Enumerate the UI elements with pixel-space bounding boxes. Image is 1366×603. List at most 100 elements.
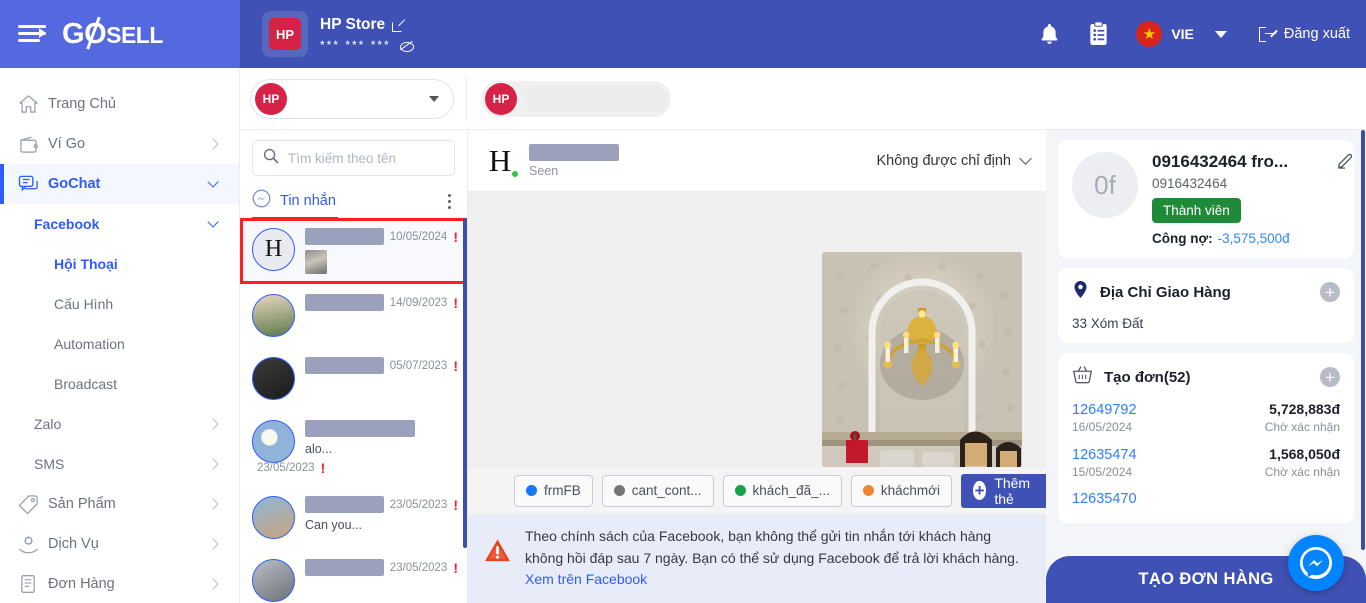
sidebar-item-facebook[interactable]: Facebook: [0, 204, 239, 244]
conversation-title-row: [305, 420, 458, 437]
chat-panel: H Seen Không được chỉ định frmFB cant_co…: [468, 130, 1048, 603]
address-title: Địa Chỉ Giao Hàng: [1100, 283, 1231, 301]
messenger-bubble-icon[interactable]: [1288, 535, 1344, 591]
orders-card-header: Tạo đơn(52) +: [1072, 365, 1340, 389]
tag-chip[interactable]: kháchmới: [850, 474, 952, 507]
message-image-attachment[interactable]: [822, 252, 1022, 467]
add-address-icon[interactable]: +: [1320, 282, 1340, 302]
conversation-date: 14/09/2023: [389, 296, 448, 309]
conversation-list-panel: Tin nhắn H 10/05/2024 !: [240, 130, 468, 603]
sidebar-item-cau-hinh[interactable]: Cấu Hình: [0, 284, 239, 324]
sidebar-label: Sản Phẩm: [48, 496, 116, 512]
tag-label: khách_đã_...: [752, 483, 830, 499]
order-list-item[interactable]: 12649792 5,728,883đ 16/05/2024 Chờ xác n…: [1072, 401, 1340, 434]
debt-row: Công nợ: -3,575,500đ: [1152, 231, 1340, 246]
chevron-down-icon[interactable]: [429, 95, 439, 102]
sidebar-label: Zalo: [34, 416, 62, 432]
avatar: [252, 294, 295, 337]
eye-off-icon[interactable]: [399, 39, 414, 52]
edit-pencil-icon[interactable]: [1337, 152, 1354, 174]
unread-indicator: !: [320, 460, 326, 476]
chevron-down-icon: [207, 176, 219, 188]
menu-toggle-icon[interactable]: [18, 23, 46, 45]
sidebar-item-zalo[interactable]: Zalo: [0, 404, 239, 444]
sidebar-item-automation[interactable]: Automation: [0, 324, 239, 364]
page-selector-dropdown[interactable]: HP: [250, 78, 454, 119]
order-subrow: 15/05/2024 Chờ xác nhận: [1072, 465, 1340, 479]
contact-name-redacted: [305, 357, 384, 374]
sidebar-item-sms[interactable]: SMS: [0, 444, 239, 484]
chat-contact-info: Seen: [529, 143, 866, 178]
chevron-right-icon: [207, 538, 219, 550]
external-link-icon[interactable]: [392, 18, 406, 32]
notification-bell-icon[interactable]: [1038, 22, 1061, 47]
conversation-options-icon[interactable]: [444, 190, 455, 213]
order-id[interactable]: 12635474: [1072, 447, 1137, 463]
header-right: HP HP Store *** *** *** ★ VIE Đăng xuất: [240, 0, 1366, 68]
order-status: Chờ xác nhận: [1264, 420, 1340, 434]
conversation-tabs-row: Tin nhắn: [240, 182, 467, 219]
contact-name-redacted: [305, 496, 384, 513]
chevron-down-icon[interactable]: [1214, 30, 1227, 38]
conversation-body: 23/05/2023 ! Can you...: [305, 496, 458, 532]
header-icons: ★ VIE Đăng xuất: [1038, 21, 1350, 47]
store-block[interactable]: HP HP Store *** *** ***: [262, 11, 414, 57]
sidebar-label: Hội Thoại: [54, 256, 118, 272]
add-tag-button[interactable]: + Thêm thẻ: [960, 473, 1048, 508]
tag-chip[interactable]: frmFB: [514, 474, 593, 507]
add-order-icon[interactable]: +: [1320, 367, 1340, 387]
conversation-item[interactable]: 05/07/2023 !: [240, 347, 467, 410]
facebook-policy-notice: Theo chính sách của Facebook, bạn không …: [468, 513, 1046, 603]
sidebar-item-hoi-thoai[interactable]: Hội Thoại: [0, 244, 239, 284]
conversation-title-row: 23/05/2023 !: [305, 559, 458, 576]
assignee-dropdown[interactable]: Không được chỉ định: [877, 151, 1032, 169]
sidebar-item-don-hang[interactable]: Đơn Hàng: [0, 564, 239, 603]
right-panel-scrollbar[interactable]: [1361, 130, 1365, 550]
order-list-item[interactable]: 12635470: [1072, 491, 1340, 507]
search-wrapper: [240, 130, 467, 182]
add-tag-label: Thêm thẻ: [994, 474, 1031, 507]
language-selector[interactable]: ★ VIE: [1136, 21, 1227, 47]
sidebar-item-san-pham[interactable]: Sản Phẩm: [0, 484, 239, 524]
sidebar-label: Dịch Vụ: [48, 536, 99, 552]
order-id[interactable]: 12649792: [1072, 402, 1137, 418]
account-name-redacted: [525, 85, 667, 112]
customer-name: 0916432464 fro...: [1152, 152, 1289, 171]
conversation-item[interactable]: 23/05/2023 ! Can you...: [240, 486, 467, 549]
sidebar-item-dich-vu[interactable]: Dịch Vụ: [0, 524, 239, 564]
conversation-item[interactable]: 23/05/2023 !: [240, 549, 467, 603]
tab-tin-nhan[interactable]: Tin nhắn: [252, 185, 338, 219]
chat-icon: [18, 174, 48, 194]
conversation-item[interactable]: H 10/05/2024 !: [240, 218, 467, 284]
app-root: GOSELL HP HP Store *** *** *** ★ VIE Đăn…: [0, 0, 1366, 603]
conversation-item[interactable]: alo... 23/05/2023 !: [240, 410, 467, 486]
header-left-brand: GOSELL: [0, 0, 240, 68]
search-box[interactable]: [252, 140, 465, 176]
sidebar-item-broadcast[interactable]: Broadcast: [0, 364, 239, 404]
store-name: HP Store: [320, 16, 386, 34]
tag-chip[interactable]: khách_đã_...: [722, 474, 842, 507]
order-id[interactable]: 12635470: [1072, 491, 1137, 507]
conversation-item[interactable]: 14/09/2023 !: [240, 284, 467, 347]
sidebar-item-trang-chu[interactable]: Trang Chủ: [0, 84, 239, 124]
search-input[interactable]: [288, 150, 465, 166]
gosell-logo: GOSELL: [62, 16, 163, 51]
notice-text-block: Theo chính sách của Facebook, bạn không …: [525, 526, 1032, 591]
account-pill[interactable]: HP: [481, 80, 671, 117]
unread-indicator: !: [453, 559, 458, 576]
clipboard-icon[interactable]: [1087, 21, 1110, 47]
chat-seen-status: Seen: [529, 163, 559, 178]
notice-link[interactable]: Xem trên Facebook: [525, 571, 647, 587]
customer-info-panel: 0f 0916432464 fro... 0916432464 Thành vi…: [1046, 130, 1366, 603]
avatar: [252, 559, 295, 602]
contact-name-redacted: [305, 559, 384, 576]
conversation-scroll: H 10/05/2024 ! 14/09/2023 ! 05/07/2023 !…: [240, 218, 467, 603]
logout-button[interactable]: Đăng xuất: [1258, 26, 1350, 42]
chat-messages-area: 10/05/2024: [468, 192, 1046, 468]
sidebar-item-vi-go[interactable]: Ví Go: [0, 124, 239, 164]
sidebar-item-gochat[interactable]: GoChat: [0, 164, 239, 204]
order-list-item[interactable]: 12635474 1,568,050đ 15/05/2024 Chờ xác n…: [1072, 446, 1340, 479]
tag-chip[interactable]: cant_cont...: [601, 474, 714, 507]
conversation-scrollbar[interactable]: [463, 218, 467, 548]
chevron-right-icon: [207, 458, 219, 470]
